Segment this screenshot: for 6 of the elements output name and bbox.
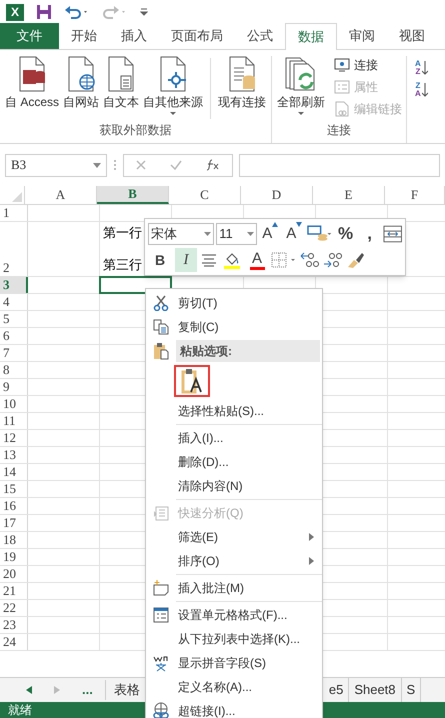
group-title: 连接: [326, 122, 352, 139]
status-text: 就绪: [8, 703, 32, 717]
group-title: 获取外部数据: [98, 122, 172, 139]
menu-section-header: 粘贴选项:: [176, 340, 320, 362]
excel-logo: X: [6, 4, 24, 20]
cell-text: 第一行 第三行: [103, 225, 142, 273]
